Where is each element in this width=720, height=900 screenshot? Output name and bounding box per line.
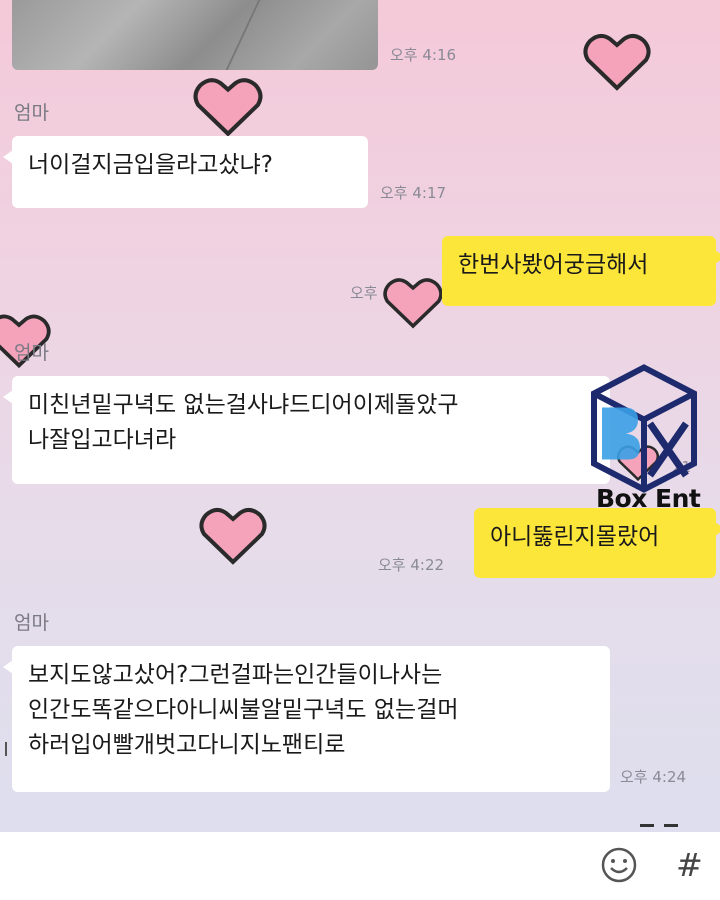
- message-text: 한번사봤어궁금해서: [458, 252, 649, 278]
- heart-icon: [199, 508, 267, 565]
- message-bubble[interactable]: 미친년밑구녁도 없는걸사냐드디어이제돌았구 나잘입고다녀라: [3, 376, 610, 484]
- message-text-line: 나잘입고다녀라: [28, 427, 177, 453]
- my-message-bubble[interactable]: 아니뚫린지몰랐어: [474, 508, 720, 578]
- divider-dashes: [640, 812, 690, 827]
- hash-button[interactable]: #: [676, 846, 703, 884]
- sender-name: 엄마: [14, 342, 49, 364]
- smiley-icon[interactable]: [600, 846, 638, 884]
- message-text-line: 미친년밑구녁도 없는걸사냐드디어이제돌았구: [28, 392, 459, 418]
- heart-icon: [583, 34, 651, 91]
- heart-icon: [193, 78, 263, 137]
- message-time: 오후 4:22: [378, 556, 445, 574]
- message-time: 오후: [350, 284, 378, 302]
- message-time: 오후 4:16: [390, 46, 457, 64]
- scroll-edge-mark: [5, 742, 7, 756]
- message-time: 오후 4:17: [380, 184, 447, 202]
- message-bubble[interactable]: 보지도않고샀어?그런걸파는인간들이나사는 인간도똑같으다아니씨불알밑구녁도 없는…: [3, 646, 610, 792]
- sender-name: 엄마: [14, 612, 49, 634]
- message-text-line: 인간도똑같으다아니씨불알밑구녁도 없는걸머: [28, 697, 459, 723]
- message-text: 아니뚫린지몰랐어: [490, 524, 660, 550]
- sender-name: 엄마: [14, 102, 49, 124]
- my-message-bubble[interactable]: 한번사봤어궁금해서: [442, 236, 720, 306]
- message-text-line: 하러입어빨개벗고다니지노팬티로: [28, 732, 346, 758]
- photo-message-thumbnail[interactable]: [12, 0, 378, 70]
- heart-icon: [383, 278, 443, 329]
- message-bubble[interactable]: 너이걸지금입을라고샀냐?: [3, 136, 368, 208]
- message-time: 오후 4:24: [620, 768, 687, 786]
- message-text: 너이걸지금입을라고샀냐?: [28, 152, 273, 178]
- message-text-line: 보지도않고샀어?그런걸파는인간들이나사는: [28, 662, 443, 688]
